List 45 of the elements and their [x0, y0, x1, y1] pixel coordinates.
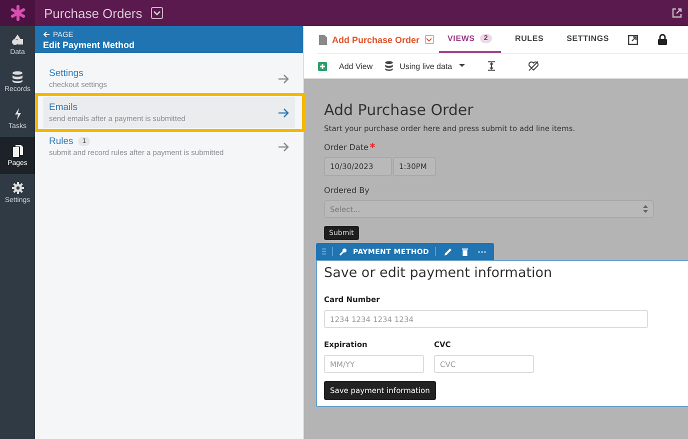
database-icon: [12, 70, 23, 82]
dropdown-button[interactable]: [424, 35, 434, 44]
tab[interactable]: RULES: [506, 26, 553, 53]
item-title: Rules: [49, 136, 74, 147]
gear-icon: [12, 182, 24, 194]
pencil-icon: [444, 248, 452, 256]
dropdown-button[interactable]: [151, 7, 164, 19]
plus-icon: [318, 62, 327, 70]
delete-button[interactable]: [460, 248, 470, 256]
wrench-icon: [339, 248, 347, 256]
external-link-icon: [628, 34, 638, 44]
arrow-right-icon: [278, 74, 289, 84]
tab[interactable]: SETTINGS: [558, 26, 618, 53]
external-link-icon: [672, 8, 682, 18]
text-height-icon: [487, 61, 496, 71]
card-title: Save or edit payment information: [324, 265, 552, 281]
arrow-left-icon: [43, 30, 50, 38]
field-label: Order Date: [324, 143, 368, 152]
edit-button[interactable]: [442, 248, 454, 256]
chevron-down-icon: [153, 10, 162, 16]
field-label: Ordered By: [324, 186, 370, 195]
item-title: Settings: [49, 68, 84, 79]
pages-icon: [12, 144, 22, 156]
add-view-button[interactable]: Add View: [318, 62, 373, 70]
document-icon: [319, 34, 327, 44]
data-source-dropdown[interactable]: Using live data: [384, 61, 466, 71]
panel-title: Edit Payment Method: [43, 40, 136, 50]
sort-arrows-icon: [643, 205, 648, 213]
lock-icon: [658, 34, 668, 45]
arrow-right-icon: [278, 108, 289, 118]
caret-icon: [459, 64, 466, 68]
form-title: Add Purchase Order: [324, 101, 474, 119]
drag-handle-icon: [322, 248, 326, 255]
chevron-down-icon: [426, 38, 432, 42]
database-icon: [384, 61, 393, 71]
arrow-right-icon: [278, 142, 289, 152]
asterisk-logo-icon: [10, 5, 26, 21]
lightning-icon: [14, 108, 22, 120]
required-asterisk-icon: [370, 143, 376, 148]
crossed-heart-icon: [528, 61, 540, 71]
page-title: Add Purchase Order: [332, 34, 420, 44]
item-title: Emails: [49, 102, 78, 113]
trash-icon: [462, 248, 468, 256]
app-title: Purchase Orders: [44, 6, 142, 20]
shapes-icon: [11, 34, 24, 46]
